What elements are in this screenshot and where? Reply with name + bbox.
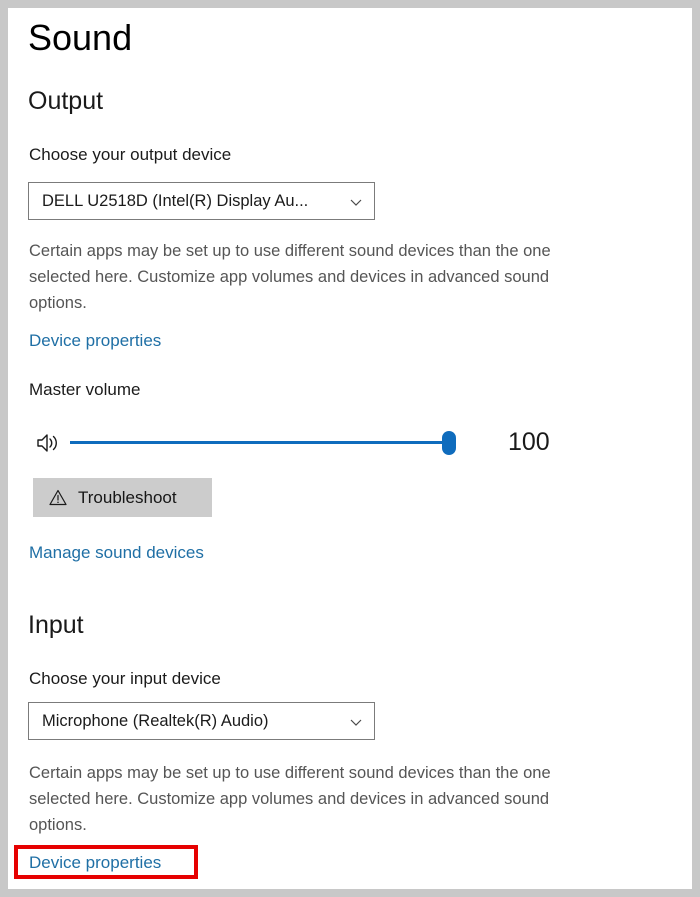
chevron-down-icon: [348, 714, 364, 730]
slider-thumb[interactable]: [442, 431, 456, 455]
output-section-heading: Output: [28, 87, 104, 115]
output-device-label: Choose your output device: [29, 145, 232, 164]
master-volume-slider[interactable]: [70, 431, 460, 455]
sound-settings-page: Sound Output Choose your output device D…: [8, 8, 692, 889]
chevron-down-icon: [348, 194, 364, 210]
master-volume-label: Master volume: [29, 380, 141, 399]
troubleshoot-label: Troubleshoot: [78, 488, 177, 507]
master-volume-value: 100: [508, 428, 550, 456]
output-device-value: DELL U2518D (Intel(R) Display Au...: [42, 192, 309, 210]
master-volume-row: 100: [8, 420, 692, 466]
output-device-properties-link[interactable]: Device properties: [29, 330, 161, 352]
input-device-dropdown[interactable]: Microphone (Realtek(R) Audio): [28, 702, 375, 740]
input-device-properties-link[interactable]: Device properties: [29, 852, 161, 874]
troubleshoot-button[interactable]: Troubleshoot: [33, 478, 212, 517]
output-device-dropdown[interactable]: DELL U2518D (Intel(R) Display Au...: [28, 182, 375, 220]
input-device-label: Choose your input device: [29, 669, 221, 688]
speaker-volume-icon: [36, 432, 62, 454]
input-description: Certain apps may be set up to use differ…: [29, 764, 551, 834]
warning-triangle-icon: [49, 489, 67, 506]
input-device-value: Microphone (Realtek(R) Audio): [42, 712, 269, 730]
input-section-heading: Input: [28, 611, 84, 639]
page-title: Sound: [28, 17, 133, 58]
manage-sound-devices-link[interactable]: Manage sound devices: [29, 542, 204, 564]
output-description: Certain apps may be set up to use differ…: [29, 242, 551, 312]
slider-track: [70, 441, 452, 444]
settings-window-frame: Sound Output Choose your output device D…: [0, 0, 700, 897]
